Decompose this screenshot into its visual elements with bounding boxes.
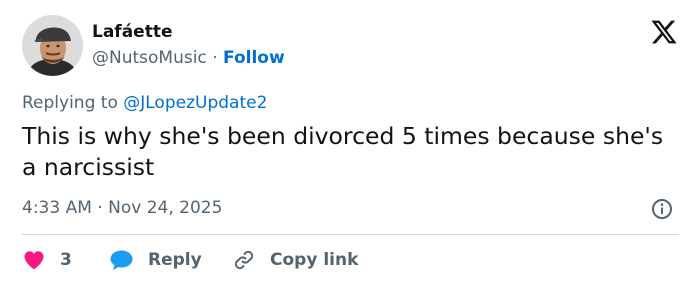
replying-mention-link[interactable]: @JLopezUpdate2 [123, 93, 267, 113]
divider [22, 234, 679, 235]
heart-icon [24, 251, 44, 270]
reply-label: Reply [148, 250, 202, 270]
follow-button[interactable]: Follow [223, 48, 285, 68]
author-handle-row: @NutsoMusic · Follow [92, 48, 285, 68]
like-button[interactable]: 3 [22, 245, 72, 275]
timestamp-separator: · [97, 198, 103, 218]
tweet-text: This is why she's been divorced 5 times … [22, 122, 664, 181]
author-handle[interactable]: @NutsoMusic [92, 48, 207, 68]
x-logo-icon[interactable] [650, 18, 678, 46]
avatar[interactable] [22, 15, 83, 76]
tweet-card: Lafáette @NutsoMusic · Follow Replying t… [0, 0, 700, 287]
link-icon [234, 250, 254, 270]
handle-separator: · [212, 48, 218, 68]
author-display-name[interactable]: Lafáette [92, 22, 172, 42]
replying-to: Replying to @JLopezUpdate2 [22, 93, 267, 113]
like-count: 3 [60, 250, 72, 270]
reply-bubble-icon [110, 250, 133, 270]
tweet-date: Nov 24, 2025 [108, 198, 223, 218]
copy-link-label: Copy link [270, 250, 359, 270]
reply-button[interactable]: Reply [109, 245, 202, 275]
copy-link-button[interactable]: Copy link [232, 245, 358, 275]
tweet-time: 4:33 AM [22, 198, 92, 218]
replying-prefix: Replying to [22, 93, 124, 113]
tweet-timestamp[interactable]: 4:33 AM · Nov 24, 2025 [22, 198, 222, 218]
avatar-image [22, 15, 83, 76]
info-icon[interactable] [650, 197, 674, 221]
